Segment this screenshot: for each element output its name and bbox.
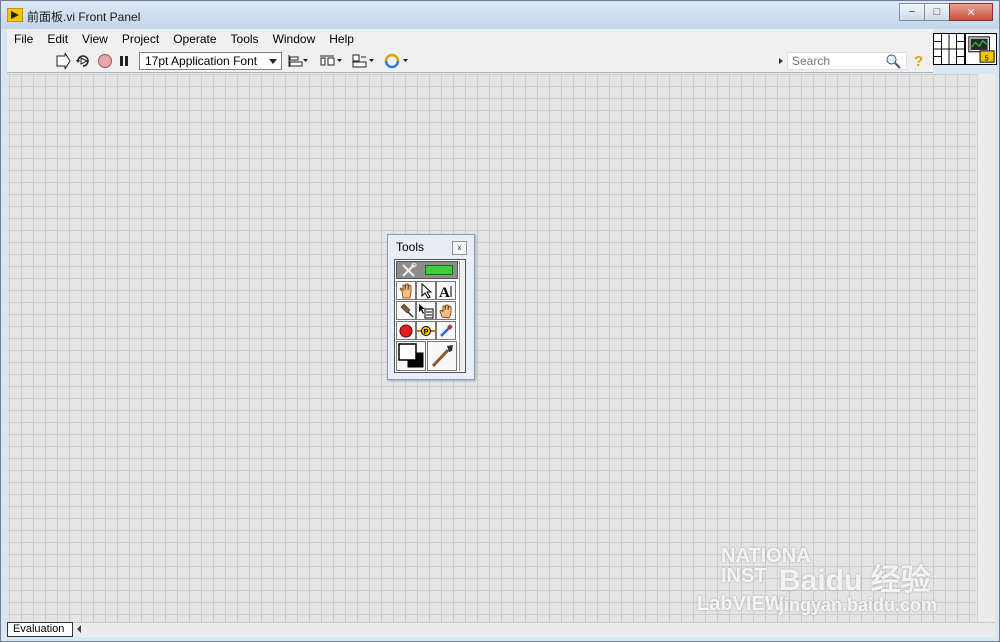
eyedropper-icon	[440, 323, 453, 337]
color-swatch-tool[interactable]	[396, 341, 426, 371]
svg-text:P: P	[424, 329, 429, 336]
chevron-down-icon	[269, 59, 277, 64]
text-a-icon: A	[439, 285, 452, 299]
search-placeholder: Search	[792, 54, 831, 68]
auto-select-led-icon	[425, 265, 453, 275]
hand-pointer-icon	[399, 283, 412, 298]
help-icon[interactable]: ?	[914, 53, 928, 70]
menu-bar: File Edit View Project Operate Tools Win…	[7, 29, 933, 49]
operate-value-tool[interactable]	[396, 281, 416, 300]
tools-palette-sidebar	[459, 261, 465, 371]
horizontal-scrollbar[interactable]	[7, 622, 995, 637]
get-color-tool[interactable]	[436, 321, 456, 340]
close-button[interactable]: ✕	[949, 3, 993, 21]
position-size-select-tool[interactable]	[416, 281, 436, 300]
resize-objects-icon[interactable]	[351, 53, 375, 69]
vi-icon[interactable]: 5	[965, 33, 997, 65]
labview-app-icon	[7, 8, 23, 22]
front-panel-canvas[interactable]	[7, 74, 977, 622]
run-arrow-icon[interactable]	[55, 53, 71, 69]
edit-text-tool[interactable]: A	[436, 281, 456, 300]
object-shortcut-menu-tool[interactable]	[416, 301, 436, 320]
maximize-icon: □	[933, 6, 941, 18]
pause-icon[interactable]	[117, 53, 131, 69]
menu-help[interactable]: Help	[322, 29, 361, 49]
scroll-left-icon[interactable]	[77, 625, 81, 633]
minimize-icon: −	[908, 6, 916, 18]
search-expand-icon[interactable]	[779, 58, 783, 64]
menu-view[interactable]: View	[75, 29, 115, 49]
color-swatch-icon	[398, 343, 424, 368]
align-objects-icon[interactable]	[287, 53, 309, 69]
tools-palette-close-button[interactable]: x	[452, 241, 467, 255]
shortcut-menu-icon	[419, 303, 434, 318]
grab-hand-icon	[439, 304, 452, 318]
menu-edit[interactable]: Edit	[40, 29, 75, 49]
close-icon: ✕	[966, 6, 976, 19]
paintbrush-icon	[431, 345, 453, 368]
svg-text:A: A	[439, 285, 450, 299]
run-continuously-icon[interactable]	[75, 53, 93, 69]
font-select-value: 17pt Application Font	[145, 54, 258, 68]
connect-wire-tool[interactable]	[396, 301, 416, 320]
probe-data-tool[interactable]: P	[416, 321, 436, 340]
toolbar: 17pt Application Font Search ?	[7, 49, 933, 73]
breakpoint-icon	[399, 324, 413, 337]
distribute-objects-icon[interactable]	[319, 53, 343, 69]
arrow-cursor-icon	[421, 282, 433, 299]
svg-text:5: 5	[985, 53, 989, 62]
minimize-button[interactable]: −	[899, 3, 925, 21]
tools-grid: A P	[394, 259, 466, 373]
tools-palette-title: Tools	[396, 240, 425, 254]
connector-pane-icon[interactable]	[933, 33, 965, 65]
menu-project[interactable]: Project	[115, 29, 166, 49]
wire-spool-icon	[400, 303, 414, 318]
search-icon[interactable]	[885, 53, 901, 69]
set-color-tool[interactable]	[427, 341, 457, 371]
evaluation-label: Evaluation	[7, 622, 73, 637]
scroll-window-tool[interactable]	[436, 301, 456, 320]
set-clear-breakpoint-tool[interactable]	[396, 321, 416, 340]
font-select[interactable]: 17pt Application Font	[139, 52, 282, 70]
reorder-icon[interactable]	[383, 53, 409, 69]
window-title: 前面板.vi Front Panel	[27, 10, 141, 24]
probe-icon: P	[417, 325, 435, 336]
vertical-scrollbar[interactable]	[977, 74, 995, 622]
tools-palette[interactable]: Tools x A P	[387, 234, 475, 380]
labview-front-panel-window: 前面板.vi Front Panel − □ ✕ File Edit View …	[0, 0, 1000, 642]
title-bar[interactable]: 前面板.vi Front Panel − □ ✕	[1, 1, 999, 29]
wrench-screwdriver-icon	[402, 263, 417, 277]
menu-file[interactable]: File	[7, 29, 40, 49]
abort-icon[interactable]	[97, 53, 113, 69]
automatic-tool-selection-button[interactable]	[396, 261, 458, 279]
menu-operate[interactable]: Operate	[166, 29, 223, 49]
menu-window[interactable]: Window	[266, 29, 323, 49]
maximize-button[interactable]: □	[924, 3, 950, 21]
menu-tools[interactable]: Tools	[224, 29, 266, 49]
